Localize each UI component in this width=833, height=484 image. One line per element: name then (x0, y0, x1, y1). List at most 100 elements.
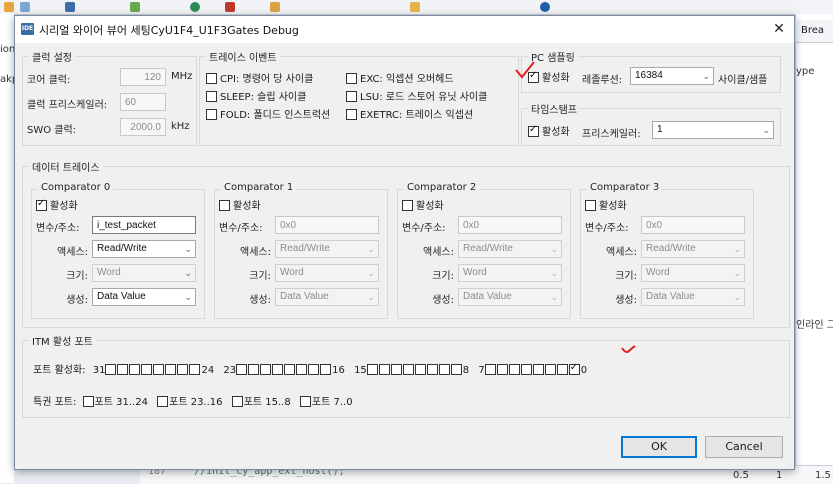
right-panel: ype 인라인 그 (795, 14, 833, 483)
itm-port-29-checkbox[interactable] (129, 364, 141, 375)
comparator-2-access-select[interactable]: Read/Write ⌄ (458, 240, 562, 258)
toolbar-icon[interactable] (65, 2, 75, 12)
comparator-3-size-select[interactable]: Word ⌄ (641, 264, 745, 282)
fold-checkbox[interactable] (206, 109, 217, 120)
timestamp-prescaler-select[interactable]: 1 ⌄ (652, 121, 774, 139)
comparator-1-enable-row[interactable]: 활성화 (219, 197, 261, 212)
comparator-2-size-select[interactable]: Word ⌄ (458, 264, 562, 282)
sleep-checkbox-row[interactable]: SLEEP: 슬립 사이클 (206, 88, 306, 103)
itm-port-22-checkbox[interactable] (248, 364, 260, 375)
itm-port-1-checkbox[interactable] (556, 364, 568, 375)
comparator-1-title: Comparator 1 (221, 182, 297, 193)
comparator-0-size-select[interactable]: Word ⌄ (92, 264, 196, 282)
itm-port-5-checkbox[interactable] (508, 364, 520, 375)
resolution-select[interactable]: 16384 ⌄ (630, 67, 714, 85)
comparator-3-address-field[interactable]: 0x0 (641, 216, 745, 234)
itm-port-11-checkbox[interactable] (414, 364, 426, 375)
comparator-2-checkbox[interactable] (402, 200, 413, 211)
itm-port-14-checkbox[interactable] (378, 364, 390, 375)
itm-port-13-checkbox[interactable] (390, 364, 402, 375)
core-clock-field[interactable]: 120 (120, 68, 166, 86)
exetrc-checkbox-row[interactable]: EXETRC: 트레이스 익셉션 (346, 106, 473, 121)
comparator-3-generate-select[interactable]: Data Value ⌄ (641, 288, 745, 306)
itm-port-2-checkbox[interactable] (544, 364, 556, 375)
comparator-1-size-select[interactable]: Word ⌄ (275, 264, 379, 282)
toolbar-icon[interactable] (270, 2, 280, 12)
itm-port-3-checkbox[interactable] (532, 364, 544, 375)
toolbar-icon[interactable] (410, 2, 420, 12)
comparator-3-checkbox[interactable] (585, 200, 596, 211)
swo-clock-field[interactable]: 2000.0 (120, 118, 166, 136)
cancel-button[interactable]: Cancel (705, 436, 783, 458)
sleep-checkbox[interactable] (206, 91, 217, 102)
ok-button[interactable]: OK (621, 436, 697, 458)
itm-port-26-checkbox[interactable] (165, 364, 177, 375)
itm-port-28-checkbox[interactable] (141, 364, 153, 375)
itm-port-15-checkbox[interactable] (366, 364, 378, 375)
itm-port-21-checkbox[interactable] (260, 364, 272, 375)
toolbar-icon[interactable] (130, 2, 140, 12)
comparator-1-access-select[interactable]: Read/Write ⌄ (275, 240, 379, 258)
clock-prescaler-field[interactable]: 60 (120, 93, 166, 111)
comparator-0-address-field[interactable]: i_test_packet (92, 216, 196, 234)
comparator-1-checkbox[interactable] (219, 200, 230, 211)
lsu-checkbox[interactable] (346, 91, 357, 102)
exetrc-checkbox[interactable] (346, 109, 357, 120)
toolbar-icon[interactable] (4, 2, 14, 12)
comparator-0-access-select[interactable]: Read/Write ⌄ (92, 240, 196, 258)
itm-port-0-checkbox[interactable] (568, 362, 580, 375)
timestamp-enable-row[interactable]: 활성화 (528, 123, 570, 138)
privileged-7-0-checkbox[interactable] (299, 396, 311, 407)
itm-port-9-checkbox[interactable] (438, 364, 450, 375)
itm-port-31-checkbox[interactable] (105, 364, 117, 375)
comparator-3-enable-row[interactable]: 활성화 (585, 197, 627, 212)
comparator-1-address-field[interactable]: 0x0 (275, 216, 379, 234)
swo-clock-unit: kHz (171, 121, 190, 132)
fold-checkbox-row[interactable]: FOLD: 폴디드 인스트럭션 (206, 106, 330, 121)
exc-checkbox-row[interactable]: EXC: 익셉션 오버헤드 (346, 70, 454, 85)
privileged-31-24-checkbox[interactable] (82, 396, 94, 407)
itm-port-30-checkbox[interactable] (117, 364, 129, 375)
itm-port-19-checkbox[interactable] (284, 364, 296, 375)
cpi-checkbox[interactable] (206, 73, 217, 84)
comparator-0-checkbox[interactable] (36, 198, 47, 211)
privileged-23-16-checkbox[interactable] (157, 396, 169, 407)
itm-port-24-checkbox[interactable] (189, 364, 201, 375)
itm-port-25-checkbox[interactable] (177, 364, 189, 375)
exc-checkbox[interactable] (346, 73, 357, 84)
itm-port-6-checkbox[interactable] (496, 364, 508, 375)
port-group-end: 8 (462, 365, 470, 376)
itm-port-20-checkbox[interactable] (272, 364, 284, 375)
comparator-0-enable-row[interactable]: 활성화 (36, 197, 78, 212)
itm-port-23-checkbox[interactable] (236, 364, 248, 375)
run-icon[interactable] (190, 2, 200, 12)
itm-port-8-checkbox[interactable] (450, 364, 462, 375)
close-icon[interactable]: ✕ (769, 19, 789, 39)
comparator-2-address-field[interactable]: 0x0 (458, 216, 562, 234)
comparator-2-generate-select[interactable]: Data Value ⌄ (458, 288, 562, 306)
breakpoints-tab[interactable]: Brea (795, 20, 833, 43)
comparator-1-generate-select[interactable]: Data Value ⌄ (275, 288, 379, 306)
cpi-checkbox-row[interactable]: CPI: 명령어 당 사이클 (206, 70, 313, 85)
info-icon[interactable] (540, 2, 550, 12)
resolution-unit: 사이클/샘플 (718, 75, 768, 86)
debug-icon[interactable] (225, 2, 235, 12)
itm-port-4-checkbox[interactable] (520, 364, 532, 375)
right-panel-text: ype (796, 66, 815, 77)
privileged-15-8-checkbox[interactable] (231, 396, 243, 407)
itm-port-18-checkbox[interactable] (296, 364, 308, 375)
itm-port-7-checkbox[interactable] (484, 364, 496, 375)
itm-port-12-checkbox[interactable] (402, 364, 414, 375)
itm-port-27-checkbox[interactable] (153, 364, 165, 375)
timestamp-checkbox[interactable] (528, 124, 539, 137)
comparator-1-generate-value: Data Value (280, 291, 329, 302)
comparator-2-enable-row[interactable]: 활성화 (402, 197, 444, 212)
itm-port-10-checkbox[interactable] (426, 364, 438, 375)
itm-port-17-checkbox[interactable] (308, 364, 320, 375)
resolution-value: 16384 (635, 70, 663, 81)
comparator-3-access-select[interactable]: Read/Write ⌄ (641, 240, 745, 258)
itm-port-16-checkbox[interactable] (320, 364, 332, 375)
lsu-checkbox-row[interactable]: LSU: 로드 스토어 유닛 사이클 (346, 88, 487, 103)
comparator-0-generate-select[interactable]: Data Value ⌄ (92, 288, 196, 306)
toolbar-icon[interactable] (20, 2, 30, 12)
